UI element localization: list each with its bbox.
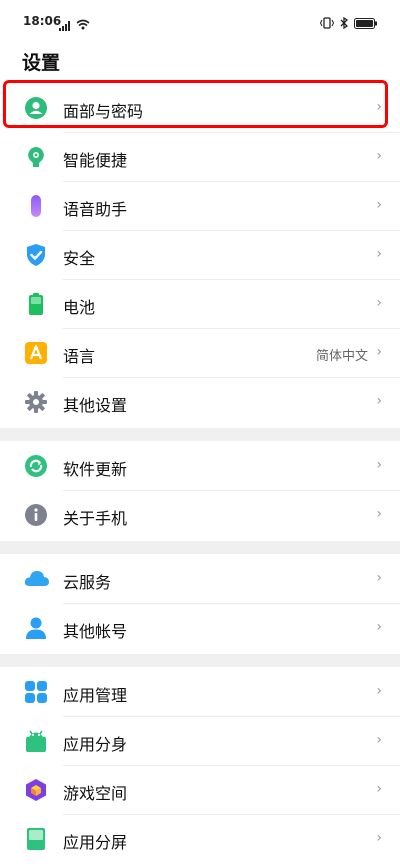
update-icon (24, 454, 48, 478)
battery-icon (24, 292, 48, 316)
chevron-right-icon: › (376, 99, 382, 115)
language-icon (24, 341, 48, 365)
section-separator (0, 428, 400, 441)
gear-icon (24, 390, 48, 414)
status-time: 18:06 (23, 14, 62, 28)
settings-item-label: 其他帐号 (63, 622, 128, 641)
chevron-right-icon: › (376, 781, 382, 797)
game-cube-icon (24, 778, 48, 802)
settings-item-cloud-service[interactable]: 云服务 › (0, 555, 400, 604)
split-screen-icon (24, 827, 48, 851)
settings-item-label: 智能便捷 (63, 151, 128, 170)
signal-icon (59, 16, 73, 35)
cloud-icon (24, 567, 49, 591)
apps-icon (24, 680, 48, 704)
settings-item-label: 安全 (63, 249, 96, 268)
chevron-right-icon: › (376, 197, 382, 213)
settings-item-software-update[interactable]: 软件更新 › (0, 442, 400, 491)
settings-item-battery[interactable]: 电池 › (0, 280, 400, 329)
settings-item-voice-assistant[interactable]: 语音助手 › (0, 182, 400, 231)
account-icon (24, 616, 48, 640)
settings-item-label: 语音助手 (63, 200, 128, 219)
wifi-icon (76, 15, 90, 34)
chevron-right-icon: › (376, 683, 382, 699)
settings-item-label: 语言 (63, 347, 96, 366)
settings-item-security[interactable]: 安全 › (0, 231, 400, 280)
settings-item-face-password[interactable]: 面部与密码 › (0, 84, 400, 133)
settings-item-label: 其他设置 (63, 396, 128, 415)
chevron-right-icon: › (376, 570, 382, 586)
chevron-right-icon: › (376, 457, 382, 473)
settings-item-label: 软件更新 (63, 460, 128, 479)
settings-item-about-phone[interactable]: 关于手机 › (0, 491, 400, 540)
settings-item-label: 电池 (63, 298, 96, 317)
settings-item-game-space[interactable]: 游戏空间 › (0, 766, 400, 815)
settings-item-label: 关于手机 (63, 509, 128, 528)
settings-item-smart[interactable]: 智能便捷 › (0, 133, 400, 182)
bluetooth-icon (340, 14, 349, 33)
settings-list: 面部与密码 › 智能便捷 › 语音助手 › 安全 › 电池 › 语言 简体中文 … (0, 84, 400, 864)
settings-item-label: 游戏空间 (63, 784, 128, 803)
settings-item-label: 应用分身 (63, 735, 128, 754)
chevron-right-icon: › (376, 732, 382, 748)
page-title: 设置 (22, 52, 61, 74)
chevron-right-icon: › (376, 344, 382, 360)
shield-icon (24, 243, 48, 267)
chevron-right-icon: › (376, 393, 382, 409)
settings-item-other-accounts[interactable]: 其他帐号 › (0, 604, 400, 653)
android-icon (24, 729, 48, 753)
smart-bulb-icon (24, 145, 48, 169)
settings-item-app-management[interactable]: 应用管理 › (0, 668, 400, 717)
settings-item-label: 面部与密码 (63, 102, 144, 121)
battery-status-icon (354, 14, 378, 33)
chevron-right-icon: › (376, 246, 382, 262)
face-user-icon (24, 96, 48, 120)
mic-icon (24, 194, 48, 218)
status-bar: 18:06 (0, 0, 400, 40)
chevron-right-icon: › (376, 830, 382, 846)
section-separator (0, 654, 400, 667)
settings-item-label: 应用管理 (63, 686, 128, 705)
settings-item-app-clone[interactable]: 应用分身 › (0, 717, 400, 766)
chevron-right-icon: › (376, 148, 382, 164)
info-icon (24, 503, 48, 527)
chevron-right-icon: › (376, 295, 382, 311)
settings-item-label: 云服务 (63, 573, 112, 592)
settings-item-language[interactable]: 语言 简体中文 › (0, 329, 400, 378)
chevron-right-icon: › (376, 506, 382, 522)
settings-item-label: 应用分屏 (63, 833, 128, 852)
section-separator (0, 541, 400, 554)
settings-item-other-settings[interactable]: 其他设置 › (0, 378, 400, 427)
chevron-right-icon: › (376, 619, 382, 635)
language-value: 简体中文 (315, 349, 368, 364)
vibrate-icon (319, 14, 335, 33)
